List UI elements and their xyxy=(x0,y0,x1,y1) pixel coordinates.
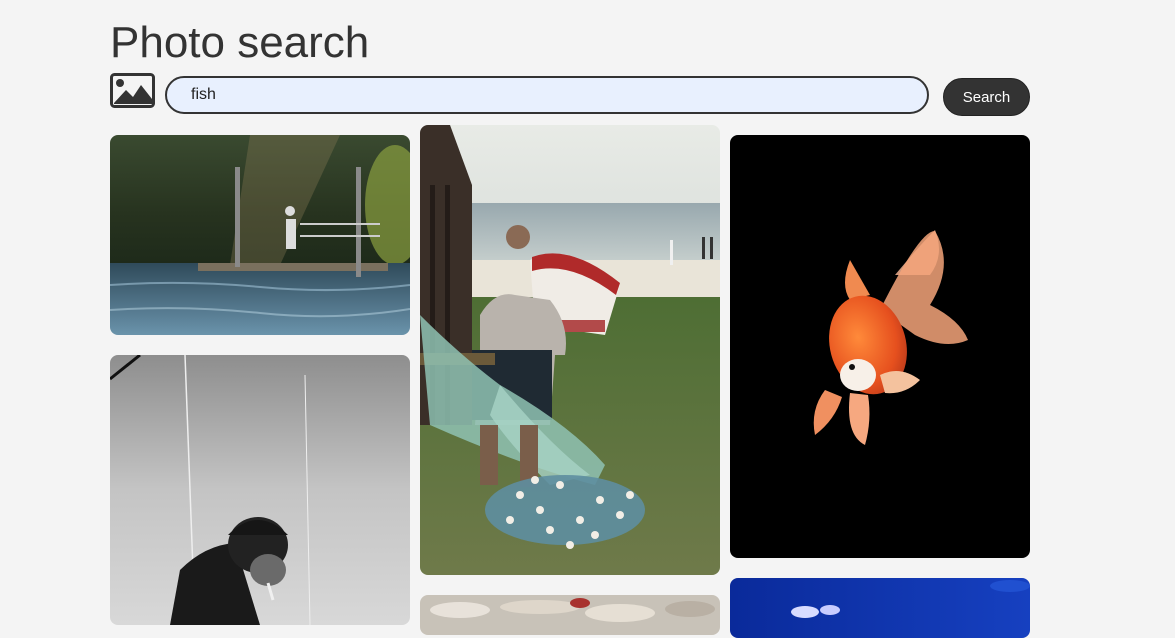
photo-image xyxy=(730,578,1030,638)
photo-image xyxy=(110,355,410,625)
photo-result[interactable] xyxy=(730,135,1030,558)
photo-image xyxy=(420,125,720,575)
photo-result[interactable] xyxy=(110,135,410,335)
page-title: Photo search xyxy=(110,18,370,67)
photo-image xyxy=(110,135,410,335)
photo-result[interactable] xyxy=(420,595,720,635)
image-icon xyxy=(110,73,155,108)
search-input[interactable] xyxy=(165,76,929,114)
photo-image xyxy=(730,135,1030,558)
photo-result[interactable] xyxy=(110,355,410,625)
search-button[interactable]: Search xyxy=(943,78,1030,116)
photo-result[interactable] xyxy=(730,578,1030,638)
photo-result[interactable] xyxy=(420,125,720,575)
photo-image xyxy=(420,595,720,635)
